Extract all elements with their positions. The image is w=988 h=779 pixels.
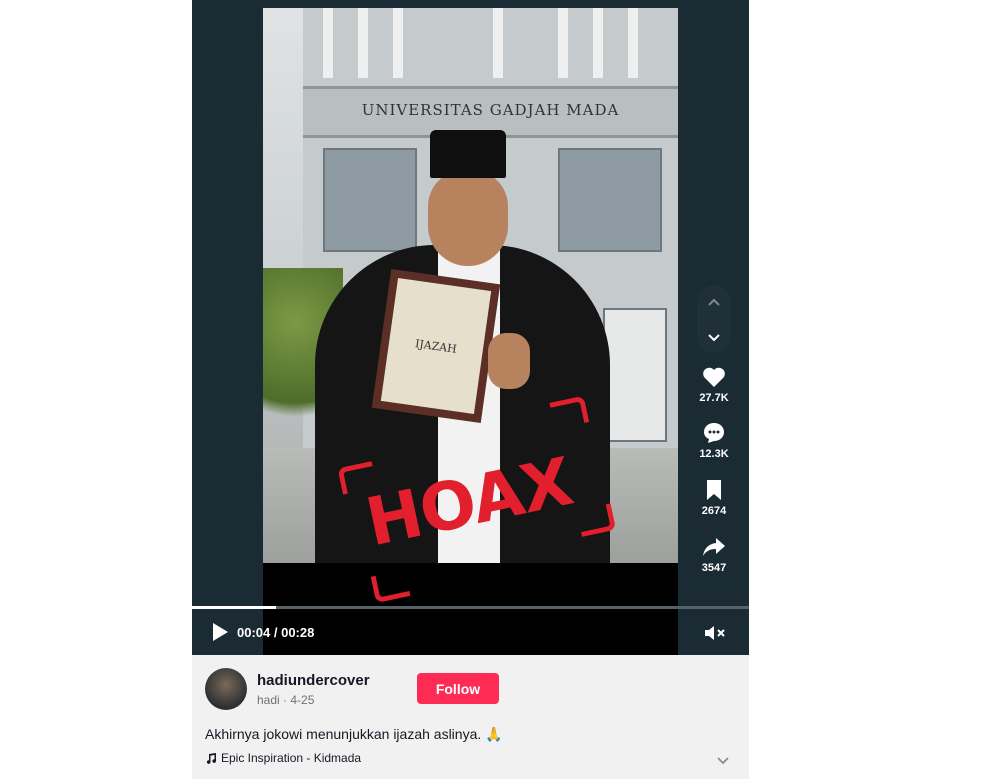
comment-count: 12.3K xyxy=(699,448,729,460)
progress-bar[interactable] xyxy=(192,606,749,609)
pillar xyxy=(628,8,638,78)
play-icon[interactable] xyxy=(210,622,230,642)
pillar xyxy=(358,8,368,78)
next-video-button[interactable] xyxy=(697,322,731,352)
heart-icon xyxy=(703,367,725,387)
pillar xyxy=(593,8,603,78)
window xyxy=(558,148,662,252)
video-player[interactable]: UNIVERSITAS GADJAH MADA IJAZAH HOAX 27.7… xyxy=(192,0,749,655)
post-info: hadiundercover hadi · 4-25 Follow Akhirn… xyxy=(192,655,749,779)
person-hand xyxy=(488,333,530,389)
diploma-frame: IJAZAH xyxy=(371,269,501,423)
music-link[interactable]: Epic Inspiration - Kidmada xyxy=(205,751,361,765)
share-button[interactable]: 3547 xyxy=(689,536,739,574)
door xyxy=(603,308,667,442)
post-subline: hadi · 4-25 xyxy=(257,693,315,707)
person-face xyxy=(428,170,508,266)
pillar xyxy=(393,8,403,78)
chevron-down-icon xyxy=(708,334,720,342)
previous-video-button[interactable] xyxy=(697,288,731,318)
playback-time: 00:04 / 00:28 xyxy=(237,625,315,640)
mute-icon[interactable] xyxy=(702,620,728,646)
like-count: 27.7K xyxy=(699,392,729,404)
chevron-down-icon[interactable] xyxy=(714,751,732,769)
share-icon xyxy=(703,538,725,556)
diploma-text: IJAZAH xyxy=(380,278,492,414)
progress-fill xyxy=(192,606,276,609)
pillar xyxy=(493,8,503,78)
music-note-icon xyxy=(206,753,217,764)
post-caption: Akhirnya jokowi menunjukkan ijazah aslin… xyxy=(205,726,503,742)
window xyxy=(323,148,417,252)
share-count: 3547 xyxy=(701,562,727,574)
pillar xyxy=(558,8,568,78)
save-button[interactable]: 2674 xyxy=(689,479,739,517)
like-button[interactable]: 27.7K xyxy=(689,366,739,404)
university-sign-text: UNIVERSITAS GADJAH MADA xyxy=(361,101,620,119)
music-title: Epic Inspiration - Kidmada xyxy=(221,751,362,765)
stamp-corner xyxy=(549,395,590,430)
chevron-up-icon xyxy=(708,298,720,306)
pillar xyxy=(323,8,333,78)
follow-button[interactable]: Follow xyxy=(417,673,499,704)
hoax-stamp-text: HOAX xyxy=(359,442,579,562)
save-count: 2674 xyxy=(701,505,727,517)
person-cap xyxy=(430,130,506,178)
avatar[interactable] xyxy=(205,668,247,710)
stamp-corner xyxy=(576,503,617,537)
bookmark-icon xyxy=(707,480,721,500)
comment-button[interactable]: 12.3K xyxy=(689,422,739,460)
comment-icon xyxy=(704,423,724,443)
username[interactable]: hadiundercover xyxy=(257,672,370,689)
